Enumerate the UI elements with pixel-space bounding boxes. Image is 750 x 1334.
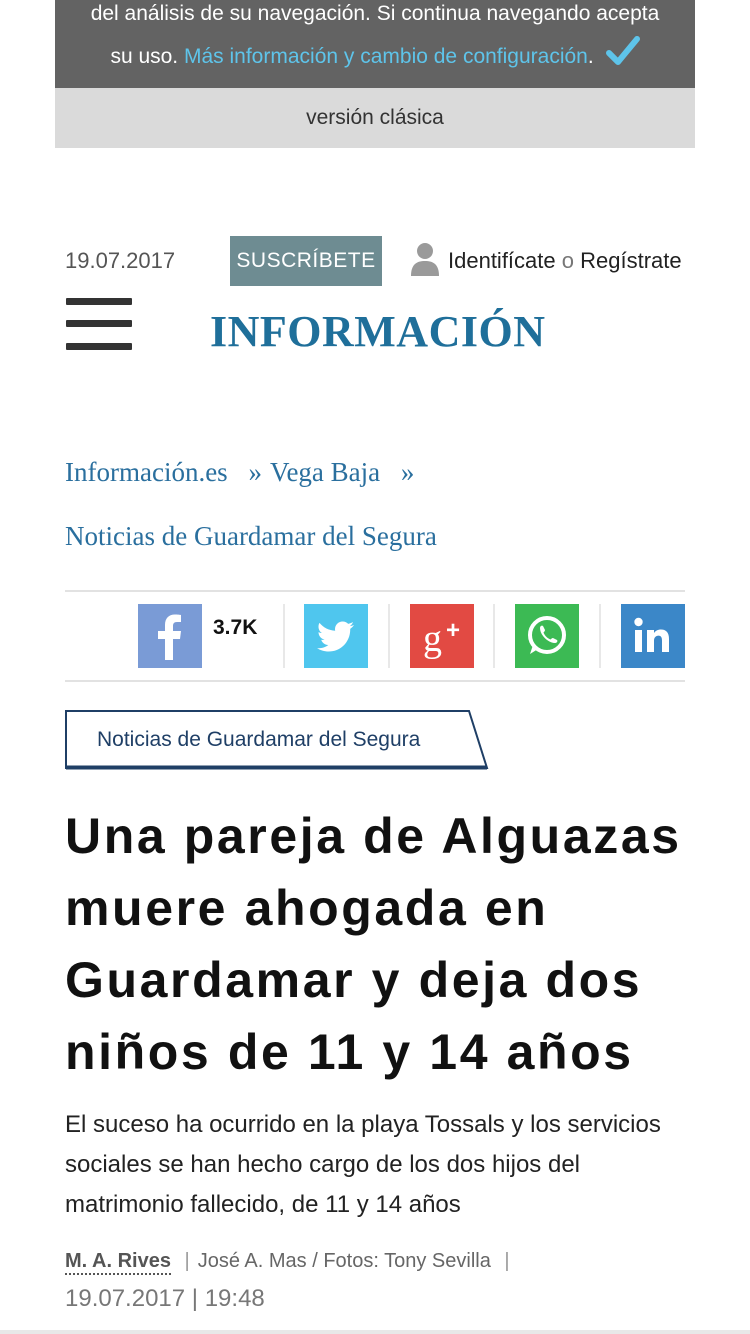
divider	[599, 604, 601, 668]
byline-separator: |	[504, 1250, 510, 1272]
linkedin-icon[interactable]	[621, 604, 685, 668]
article-headline: Una pareja de Alguazas muere ahogada en …	[65, 808, 682, 1080]
divider	[493, 604, 495, 668]
breadcrumb-separator: »	[248, 457, 262, 487]
section-tag-label: Noticias de Guardamar del Segura	[97, 728, 421, 751]
facebook-icon[interactable]	[138, 604, 202, 668]
facebook-share-count: 3.7K	[213, 616, 258, 639]
header-date: 19.07.2017	[65, 248, 176, 273]
cookie-text-suffix: .	[587, 45, 594, 68]
article-date: 19.07.2017	[65, 1285, 186, 1312]
login-or-text: o	[561, 248, 575, 273]
hamburger-icon[interactable]	[66, 298, 132, 354]
checkmark-icon[interactable]	[605, 35, 640, 69]
share-bar: 3.7K g +	[65, 590, 685, 682]
article-byline: M. A. Rives | José A. Mas / Fotos: Tony S…	[65, 1250, 705, 1275]
cookie-text-line1: del análisis de su navegación. Si contin…	[90, 2, 660, 25]
section-tag[interactable]: Noticias de Guardamar del Segura	[65, 710, 489, 770]
cookie-text-line2: su uso. Más información y cambio de conf…	[55, 35, 695, 78]
author-link[interactable]: M. A. Rives	[65, 1250, 171, 1275]
byline-separator: |	[184, 1250, 190, 1272]
article-timestamp: 19.07.2017 | 19:48	[65, 1285, 265, 1313]
breadcrumb-separator: »	[400, 457, 415, 487]
timestamp-separator: |	[191, 1285, 199, 1312]
article-lead: El suceso ha ocurrido en la playa Tossal…	[65, 1111, 661, 1218]
cookie-banner: del análisis de su navegación. Si contin…	[55, 0, 695, 88]
account-links: Identifícate o Regístrate	[410, 242, 682, 278]
photo-credits: José A. Mas / Fotos: Tony Sevilla	[197, 1250, 491, 1272]
google-plus-icon[interactable]: g +	[410, 604, 474, 668]
breadcrumb: Información.es » Vega Baja » Noticias de …	[65, 440, 705, 568]
breadcrumb-home-link[interactable]: Información.es	[65, 457, 228, 487]
login-link[interactable]: Identifícate	[448, 248, 556, 273]
cookie-text-prefix: su uso.	[110, 45, 179, 68]
register-link[interactable]: Regístrate	[580, 248, 682, 273]
svg-text:g: g	[423, 618, 442, 660]
cookie-more-info-link[interactable]: Más información y cambio de configuració…	[184, 45, 588, 68]
user-icon	[410, 242, 440, 276]
whatsapp-icon[interactable]	[515, 604, 579, 668]
breadcrumb-section-link[interactable]: Vega Baja	[270, 457, 380, 487]
subscribe-button[interactable]: SUSCRÍBETE	[230, 236, 382, 286]
site-logo[interactable]: INFORMACIÓN	[210, 300, 545, 364]
classic-version-link[interactable]: versión clásica	[55, 88, 695, 148]
divider	[283, 604, 285, 668]
divider	[388, 604, 390, 668]
bottom-divider	[0, 1330, 750, 1334]
article-time: 19:48	[204, 1285, 265, 1312]
twitter-icon[interactable]	[304, 604, 368, 668]
breadcrumb-subsection-link[interactable]: Noticias de Guardamar del Segura	[65, 521, 437, 551]
svg-text:+: +	[446, 617, 460, 644]
